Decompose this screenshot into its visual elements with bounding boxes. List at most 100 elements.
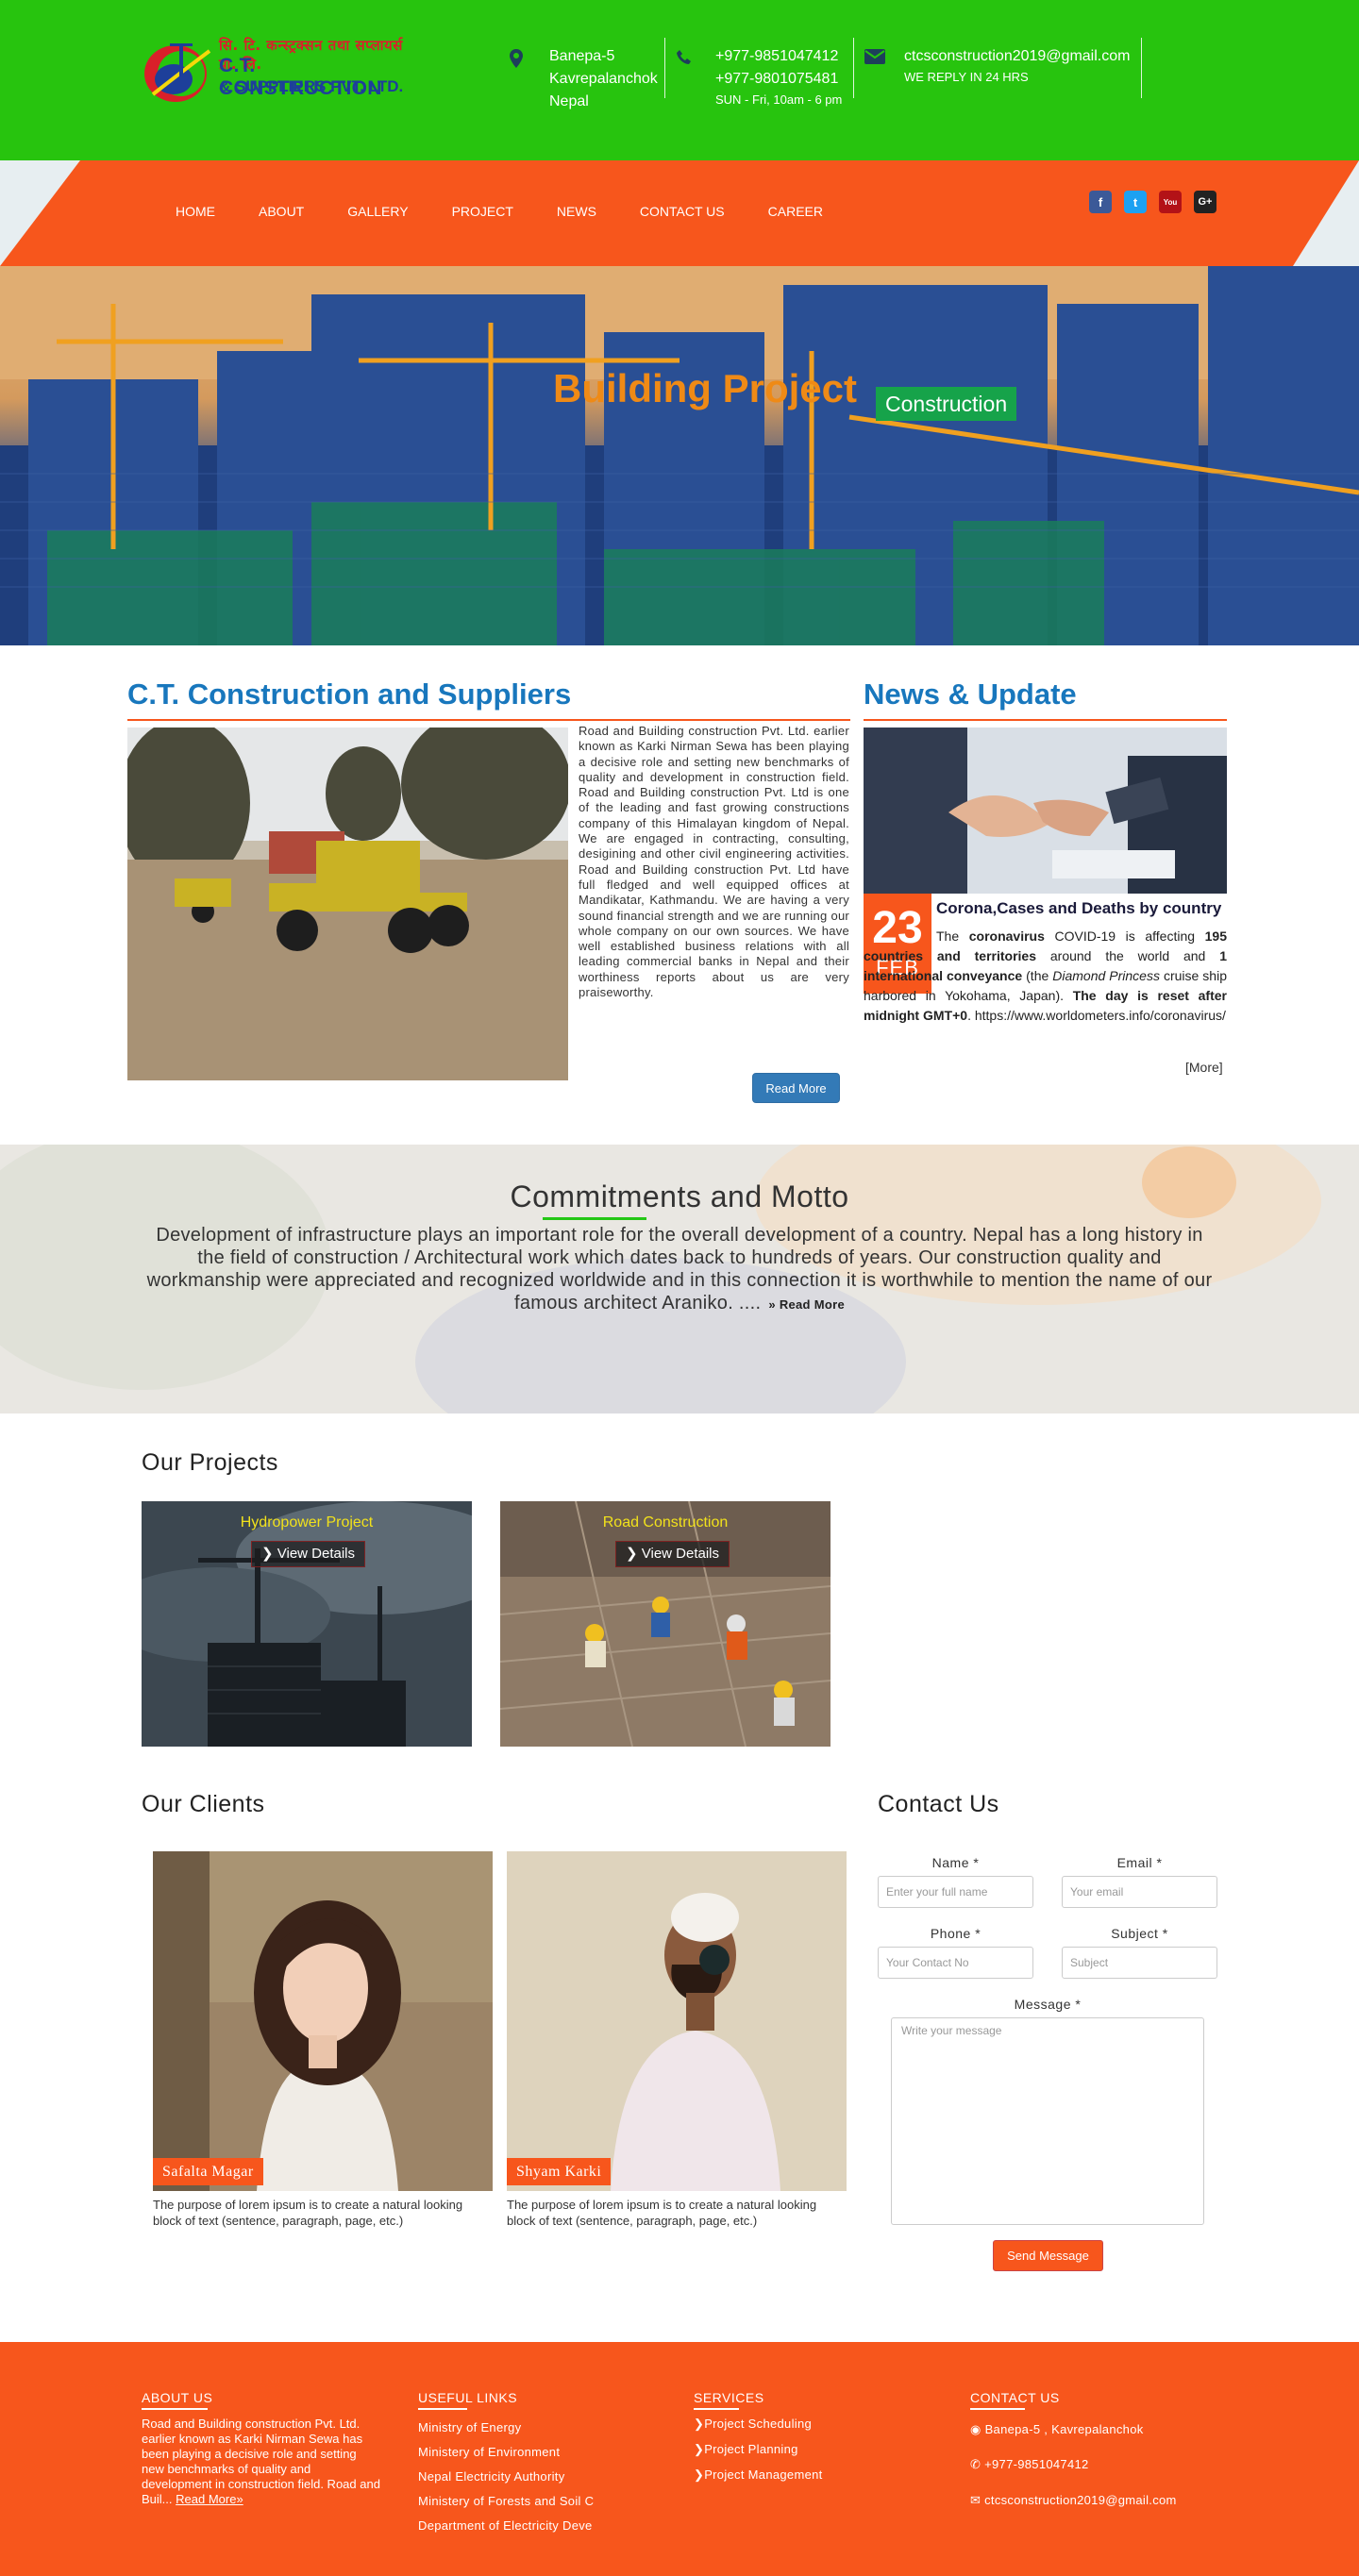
about-construction-image: [127, 728, 568, 1080]
office-hours: SUN - Fri, 10am - 6 pm: [715, 92, 843, 107]
nav-news[interactable]: NEWS: [557, 204, 596, 219]
footer-service-link[interactable]: ❯Project Management: [694, 2467, 823, 2483]
nav-career[interactable]: CAREER: [768, 204, 823, 219]
project-card[interactable]: Hydropower Project ❯ View Details: [142, 1501, 472, 1747]
logo-emblem-icon: [144, 43, 211, 102]
address-line-1: Banepa-5: [549, 48, 615, 64]
news-body-text: The: [936, 928, 969, 944]
nav-contact-us[interactable]: CONTACT US: [640, 204, 725, 219]
view-details-button[interactable]: ❯ View Details: [615, 1541, 730, 1567]
company-logo[interactable]: सि. टि. कन्स्ट्रक्सन तथा सप्लायर्स प्रा.…: [142, 36, 411, 108]
footer-heading-rule: [142, 2408, 208, 2410]
nav-project[interactable]: PROJECT: [452, 204, 513, 219]
footer-link[interactable]: Department of Electricity Deve: [418, 2518, 593, 2533]
motto-paragraph: Development of infrastructure plays an i…: [146, 1225, 1213, 1313]
hero-construction-image: [0, 266, 1359, 645]
chevron-right-icon: ❯: [694, 2417, 705, 2431]
google-plus-icon[interactable]: G+: [1194, 191, 1216, 213]
footer-about-heading: ABOUT US: [142, 2390, 213, 2405]
client-photo: [153, 1851, 493, 2191]
message-label: Message *: [1014, 1997, 1082, 2012]
name-field[interactable]: Enter your full name: [878, 1876, 1033, 1908]
footer-email-text: ctcsconstruction2019@gmail.com: [984, 2493, 1177, 2507]
footer-read-more-link[interactable]: Read More»: [176, 2492, 243, 2506]
envelope-icon: ✉: [970, 2493, 982, 2507]
name-label: Name *: [931, 1855, 980, 1870]
news-title[interactable]: Corona,Cases and Deaths by country: [936, 899, 1221, 918]
subject-field[interactable]: Subject: [1062, 1947, 1217, 1979]
message-field[interactable]: Write your message: [891, 2017, 1204, 2225]
footer-link[interactable]: Ministery of Environment: [418, 2445, 560, 2459]
chevron-right-icon: ❯: [626, 1546, 638, 1562]
client-description: The purpose of lorem ipsum is to create …: [507, 2198, 817, 2228]
contact-heading: Contact Us: [878, 1791, 999, 1817]
chevron-right-icon: ❯: [694, 2467, 705, 2482]
phone-line-2[interactable]: +977-9801075481: [715, 68, 842, 91]
hydropower-project-image: [142, 1501, 472, 1747]
footer-links-heading: USEFUL LINKS: [418, 2390, 518, 2405]
send-message-button[interactable]: Send Message: [993, 2240, 1103, 2271]
footer-heading-rule: [694, 2408, 739, 2410]
motto-read-more-link[interactable]: » Read More: [768, 1297, 845, 1312]
footer-service-link[interactable]: ❯Project Planning: [694, 2442, 798, 2457]
footer-services-heading: SERVICES: [694, 2390, 764, 2405]
nav-home[interactable]: HOME: [176, 204, 215, 219]
motto-title-rule: [543, 1217, 646, 1220]
footer-link[interactable]: Ministry of Energy: [418, 2420, 521, 2434]
double-chevron-right-icon: »: [768, 1297, 776, 1312]
footer-heading-rule: [970, 2408, 1025, 2410]
phone-line-1[interactable]: +977-9851047412: [715, 45, 842, 68]
top-header: सि. टि. कन्स्ट्रक्सन तथा सप्लायर्स प्रा.…: [0, 0, 1359, 160]
news-body-text: (the: [1022, 968, 1053, 983]
motto-read-more-label: Read More: [779, 1297, 845, 1312]
client-name: Safalta Magar: [153, 2158, 263, 2185]
chevron-right-icon: ❯: [694, 2442, 705, 2456]
project-card[interactable]: Road Construction ❯ View Details: [500, 1501, 830, 1747]
news-more-link[interactable]: [More]: [1185, 1060, 1223, 1075]
phone-field[interactable]: Your Contact No: [878, 1947, 1033, 1979]
twitter-icon[interactable]: t: [1124, 191, 1147, 213]
map-marker-icon: ◉: [970, 2422, 982, 2436]
address-line-3: Nepal: [549, 93, 589, 109]
nav-menu: HOME ABOUT GALLERY PROJECT NEWS CONTACT …: [176, 204, 866, 219]
footer-about-text: Road and Building construction Pvt. Ltd.…: [142, 2417, 382, 2507]
news-body-text: . https://www.worldometers.info/coronavi…: [967, 1008, 1226, 1023]
motto-text: Development of infrastructure plays an i…: [143, 1224, 1216, 1314]
news-body-bold: coronavirus: [968, 928, 1045, 944]
footer-service-link[interactable]: ❯Project Scheduling: [694, 2417, 812, 2432]
footer-email[interactable]: ✉ ctcsconstruction2019@gmail.com: [970, 2493, 1177, 2508]
nav-gallery[interactable]: GALLERY: [347, 204, 408, 219]
news-heading: News & Update: [864, 677, 1077, 711]
news-heading-rule: [864, 719, 1227, 721]
road-construction-image: [500, 1501, 830, 1747]
projects-heading: Our Projects: [142, 1449, 278, 1476]
email-label: Email *: [1116, 1855, 1163, 1870]
main-nav: HOME ABOUT GALLERY PROJECT NEWS CONTACT …: [0, 160, 1359, 266]
view-details-label: View Details: [641, 1546, 720, 1562]
phone-icon: [677, 50, 691, 64]
motto-title: Commitments and Motto: [510, 1179, 849, 1213]
footer-link[interactable]: Nepal Electricity Authority: [418, 2469, 565, 2484]
logo-subname: & SUPPLIERS PVT. LTD.: [219, 77, 404, 95]
nav-about[interactable]: ABOUT: [259, 204, 304, 219]
footer-service-label: Project Planning: [704, 2442, 798, 2456]
footer-phone[interactable]: ✆ +977-9851047412: [970, 2457, 1089, 2472]
email-address[interactable]: ctcsconstruction2019@gmail.com: [904, 45, 1130, 68]
header-divider: [1141, 38, 1142, 98]
email-field[interactable]: Your email: [1062, 1876, 1217, 1908]
footer-link[interactable]: Ministery of Forests and Soil C: [418, 2494, 594, 2508]
footer-service-label: Project Scheduling: [704, 2417, 813, 2431]
header-divider: [664, 38, 665, 98]
project-title: Road Construction: [602, 1514, 729, 1531]
youtube-icon[interactable]: You: [1159, 191, 1182, 213]
about-heading-rule: [127, 719, 850, 721]
facebook-icon[interactable]: f: [1089, 191, 1112, 213]
subject-label: Subject *: [1111, 1926, 1168, 1941]
news-body-text: COVID-19 is affecting: [1044, 928, 1205, 944]
news-body-italic: Diamond Princess: [1052, 968, 1160, 983]
nav-corner-right: [1293, 160, 1359, 266]
view-details-button[interactable]: ❯ View Details: [251, 1541, 366, 1567]
footer-service-label: Project Management: [704, 2467, 823, 2482]
map-marker-icon: [510, 49, 523, 68]
about-read-more-button[interactable]: Read More: [752, 1073, 840, 1103]
